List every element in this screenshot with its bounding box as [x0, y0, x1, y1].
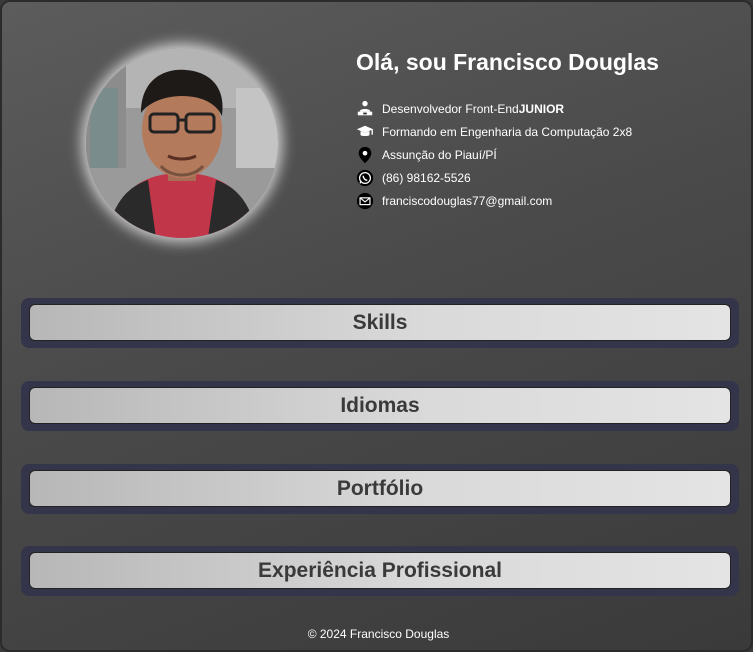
section-languages: Idiomas	[21, 381, 739, 431]
portfolio-button[interactable]: Portfólio	[29, 470, 731, 507]
section-portfolio: Portfólio	[21, 464, 739, 514]
experience-button[interactable]: Experiência Profissional	[29, 552, 731, 589]
info-email: franciscodouglas77@gmail.com	[354, 189, 744, 212]
skills-button[interactable]: Skills	[29, 304, 731, 341]
page: Olá, sou Francisco Douglas Desenvolvedor…	[0, 0, 753, 652]
page-title: Olá, sou Francisco Douglas	[356, 49, 659, 75]
info-phone: (86) 98162-5526	[354, 166, 744, 189]
profile-photo-image	[86, 48, 278, 238]
section-experience: Experiência Profissional	[21, 546, 739, 596]
envelope-icon	[354, 191, 376, 211]
graduation-cap-icon	[354, 122, 376, 142]
whatsapp-icon	[354, 168, 376, 188]
section-skills: Skills	[21, 298, 739, 348]
developer-icon	[354, 99, 376, 119]
info-email-text: franciscodouglas77@gmail.com	[382, 193, 553, 208]
info-role-level: JUNIOR	[518, 101, 565, 116]
footer-copyright: © 2024 Francisco Douglas	[307, 627, 450, 641]
info-location: Assunção do Piauí/PÍ	[354, 143, 744, 166]
map-pin-icon	[354, 145, 376, 165]
profile-photo	[86, 48, 278, 238]
info-education: Formando em Engenharia da Computação 2x8	[354, 120, 744, 143]
info-role-prefix: Desenvolvedor Front-End	[382, 101, 519, 116]
profile-info-list: Desenvolvedor Front-End JUNIOR Formando …	[354, 97, 744, 212]
info-education-text: Formando em Engenharia da Computação 2x8	[382, 124, 633, 139]
info-role: Desenvolvedor Front-End JUNIOR	[354, 97, 744, 120]
info-phone-text: (86) 98162-5526	[382, 170, 471, 185]
languages-button[interactable]: Idiomas	[29, 387, 731, 424]
info-location-text: Assunção do Piauí/PÍ	[382, 147, 497, 162]
